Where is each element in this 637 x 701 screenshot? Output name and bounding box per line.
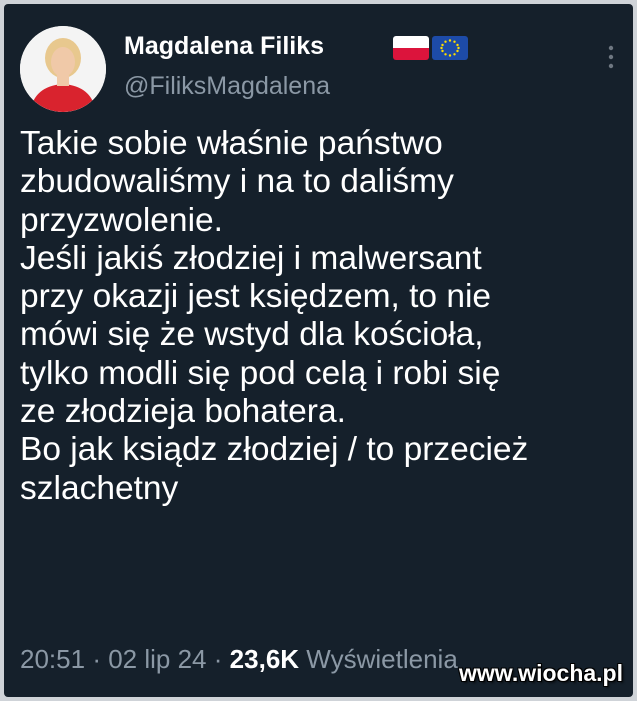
avatar-image — [20, 26, 106, 112]
poland-flag-icon — [393, 36, 429, 60]
meta-separator: · — [92, 644, 101, 674]
author-handle[interactable]: @FiliksMagdalena — [124, 72, 330, 101]
eu-flag-icon — [432, 36, 468, 60]
more-options-icon[interactable] — [606, 44, 616, 70]
tweet-time[interactable]: 20:51 — [20, 644, 85, 674]
author-name[interactable]: Magdalena Filiks — [124, 32, 324, 61]
author-flags — [393, 36, 468, 60]
views-count: 23,6K — [229, 644, 300, 674]
tweet-card: Magdalena Filiks @FiliksMagdalena Takie … — [4, 4, 633, 697]
tweet-text: Takie sobie właśnie państwo zbudowaliśmy… — [20, 125, 529, 507]
views-label: Wyświetlenia — [306, 644, 458, 674]
avatar[interactable] — [20, 26, 106, 112]
watermark: www.wiocha.pl — [459, 660, 623, 686]
meta-separator: · — [213, 644, 223, 674]
tweet-metadata: 20:51 · 02 lip 24 · 23,6K Wyświetlenia — [20, 644, 458, 675]
tweet-date[interactable]: 02 lip 24 — [108, 644, 206, 674]
